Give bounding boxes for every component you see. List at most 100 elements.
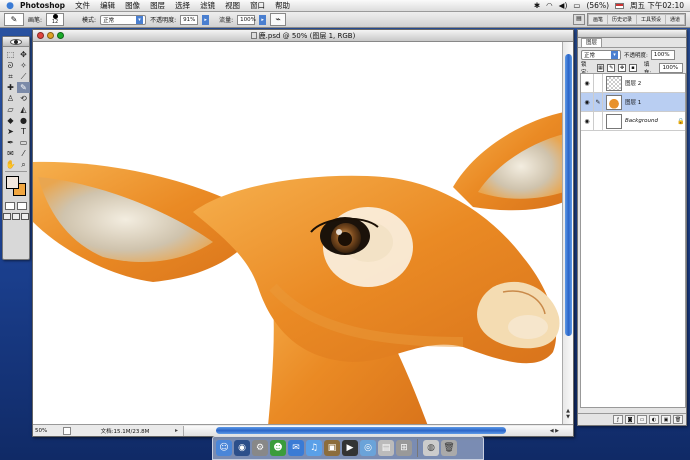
clone-stamp-tool-icon[interactable]: ♙ xyxy=(4,93,17,104)
clock[interactable]: 周五 下午02:10 xyxy=(630,0,684,11)
new-set-icon[interactable]: ▭ xyxy=(637,415,647,424)
full-screen-icon[interactable] xyxy=(21,213,29,220)
palette-tab-tool-presets[interactable]: 工具预设 xyxy=(636,15,665,24)
menu-edit[interactable]: 编辑 xyxy=(100,0,115,11)
layer-row[interactable]: ◉ 图层 2 xyxy=(581,73,685,93)
layer-opacity-input[interactable]: 100% xyxy=(650,49,675,60)
palette-tab-history[interactable]: 历史记录 xyxy=(607,15,636,24)
slice-tool-icon[interactable]: ⟋ xyxy=(17,71,30,82)
move-tool-icon[interactable]: ✥ xyxy=(17,49,30,60)
wifi-icon[interactable]: ◠ xyxy=(546,1,553,10)
palette-tab-brushes[interactable]: 画笔 xyxy=(588,15,607,24)
flow-slider-toggle[interactable]: ▸ xyxy=(259,14,267,25)
layer-style-icon[interactable]: ƒ xyxy=(613,415,623,424)
blur-tool-icon[interactable]: ◆ xyxy=(4,115,17,126)
safari-icon[interactable]: ◎ xyxy=(360,440,376,456)
imovie-icon[interactable]: ▶ xyxy=(342,440,358,456)
visibility-eye-icon[interactable]: ◉ xyxy=(581,99,593,106)
paintbrush-icon[interactable]: ✎ xyxy=(593,92,603,112)
foreground-color-swatch[interactable] xyxy=(6,176,19,189)
lock-transparency-icon[interactable]: ▦ xyxy=(596,63,605,72)
layer-name[interactable]: Background xyxy=(625,118,677,124)
adjustment-layer-icon[interactable]: ◐ xyxy=(649,415,659,424)
link-column[interactable] xyxy=(593,111,603,131)
menu-select[interactable]: 选择 xyxy=(175,0,190,11)
standard-mode-icon[interactable] xyxy=(5,202,15,210)
new-layer-icon[interactable]: ▣ xyxy=(661,415,671,424)
volume-icon[interactable]: ◀) xyxy=(559,1,568,10)
finder-icon[interactable]: ☺ xyxy=(216,440,232,456)
flow-input[interactable]: 100% xyxy=(237,14,256,25)
layer-name[interactable]: 图层 1 xyxy=(625,98,685,106)
battery-icon[interactable]: ▭ xyxy=(573,1,580,10)
opacity-slider-toggle[interactable]: ▸ xyxy=(202,14,210,25)
horizontal-scroll-arrows[interactable]: ◀ ▶ xyxy=(550,426,559,436)
palette-tab-channels[interactable]: 通道 xyxy=(665,15,684,24)
marquee-tool-icon[interactable]: ⬚ xyxy=(4,49,17,60)
menu-help[interactable]: 帮助 xyxy=(275,0,290,11)
quick-mask-mode-icon[interactable] xyxy=(17,202,27,210)
history-brush-tool-icon[interactable]: ⟲ xyxy=(17,93,30,104)
globe-icon[interactable]: ◍ xyxy=(423,440,439,456)
vertical-scroll-thumb[interactable] xyxy=(565,54,572,336)
dodge-tool-icon[interactable]: ● xyxy=(17,115,30,126)
itunes-icon[interactable]: ♫ xyxy=(306,440,322,456)
layer-name[interactable]: 图层 2 xyxy=(625,79,685,87)
zoom-level[interactable]: 50% xyxy=(33,428,63,434)
menu-view[interactable]: 视图 xyxy=(225,0,240,11)
horizontal-scroll-thumb[interactable] xyxy=(216,426,506,434)
trash-icon[interactable]: 🗑 xyxy=(441,440,457,456)
tab-layers[interactable]: 图层 xyxy=(581,38,603,47)
visibility-eye-icon[interactable]: ◉ xyxy=(581,118,593,125)
status-menu-icon[interactable]: ▸ xyxy=(175,427,183,434)
tool-preset-picker[interactable]: ✎ xyxy=(4,13,24,26)
blend-mode-select[interactable]: 正常 ▾ xyxy=(581,49,621,60)
mode-select[interactable]: 正常 ▾ xyxy=(100,14,147,25)
path-selection-tool-icon[interactable]: ➤ xyxy=(4,126,17,137)
file-browser-button[interactable]: ▤ xyxy=(572,14,585,25)
layer-row[interactable]: ◉ Background 🔒 xyxy=(581,111,685,131)
trash-icon[interactable]: 🗑 xyxy=(673,415,683,424)
magic-wand-tool-icon[interactable]: ✧ xyxy=(17,60,30,71)
menu-image[interactable]: 图像 xyxy=(125,0,140,11)
menu-layer[interactable]: 图层 xyxy=(150,0,165,11)
apple-menu-icon[interactable]: ● xyxy=(0,1,20,11)
zoom-tool-icon[interactable]: ⌕ xyxy=(17,159,30,170)
airbrush-toggle[interactable]: ⌁ xyxy=(270,13,287,26)
document-titlebar[interactable]: 鹿.psd @ 50% (图层 1, RGB) xyxy=(33,30,573,42)
iphoto-icon[interactable]: ▣ xyxy=(324,440,340,456)
type-tool-icon[interactable]: T xyxy=(17,126,30,137)
zoom-page-icon[interactable] xyxy=(63,426,71,435)
preview-icon[interactable]: ▤ xyxy=(378,440,394,456)
canvas[interactable] xyxy=(33,42,564,426)
notes-tool-icon[interactable]: ✉ xyxy=(4,148,17,159)
toolbox-header[interactable] xyxy=(3,37,29,47)
mail-icon[interactable]: ✉ xyxy=(288,440,304,456)
horizontal-scrollbar[interactable]: ◀ ▶ xyxy=(183,425,573,436)
eraser-tool-icon[interactable]: ▱ xyxy=(4,104,17,115)
lock-position-icon[interactable]: ✥ xyxy=(618,63,627,72)
system-prefs-icon[interactable]: ⚙ xyxy=(252,440,268,456)
menu-window[interactable]: 窗口 xyxy=(250,0,265,11)
app-menu[interactable]: Photoshop xyxy=(20,1,65,10)
vertical-scrollbar[interactable]: ▲ ▼ xyxy=(562,42,573,426)
lasso-tool-icon[interactable]: ᘐ xyxy=(4,60,17,71)
layers-palette-titlebar[interactable] xyxy=(578,30,686,38)
full-screen-menu-icon[interactable] xyxy=(12,213,20,220)
visibility-eye-icon[interactable]: ◉ xyxy=(581,80,593,87)
ichat-icon[interactable]: ☻ xyxy=(270,440,286,456)
pen-tool-icon[interactable]: ✒ xyxy=(4,137,17,148)
eyedropper-tool-icon[interactable]: ⁄ xyxy=(17,148,30,159)
opacity-input[interactable]: 91% xyxy=(180,14,199,25)
menu-filter[interactable]: 滤镜 xyxy=(200,0,215,11)
flag-icon[interactable] xyxy=(615,2,624,9)
healing-brush-tool-icon[interactable]: ✚ xyxy=(4,82,17,93)
crop-tool-icon[interactable]: ⌗ xyxy=(4,71,17,82)
lock-image-icon[interactable]: ✎ xyxy=(607,63,616,72)
link-column[interactable] xyxy=(593,73,603,93)
app-icon[interactable]: ⊞ xyxy=(396,440,412,456)
photoshop-eye-icon[interactable]: ◉ xyxy=(234,440,250,456)
layer-row[interactable]: ◉ ✎ 图层 1 xyxy=(581,92,685,112)
paint-bucket-tool-icon[interactable]: ◭ xyxy=(17,104,30,115)
standard-screen-icon[interactable] xyxy=(3,213,11,220)
